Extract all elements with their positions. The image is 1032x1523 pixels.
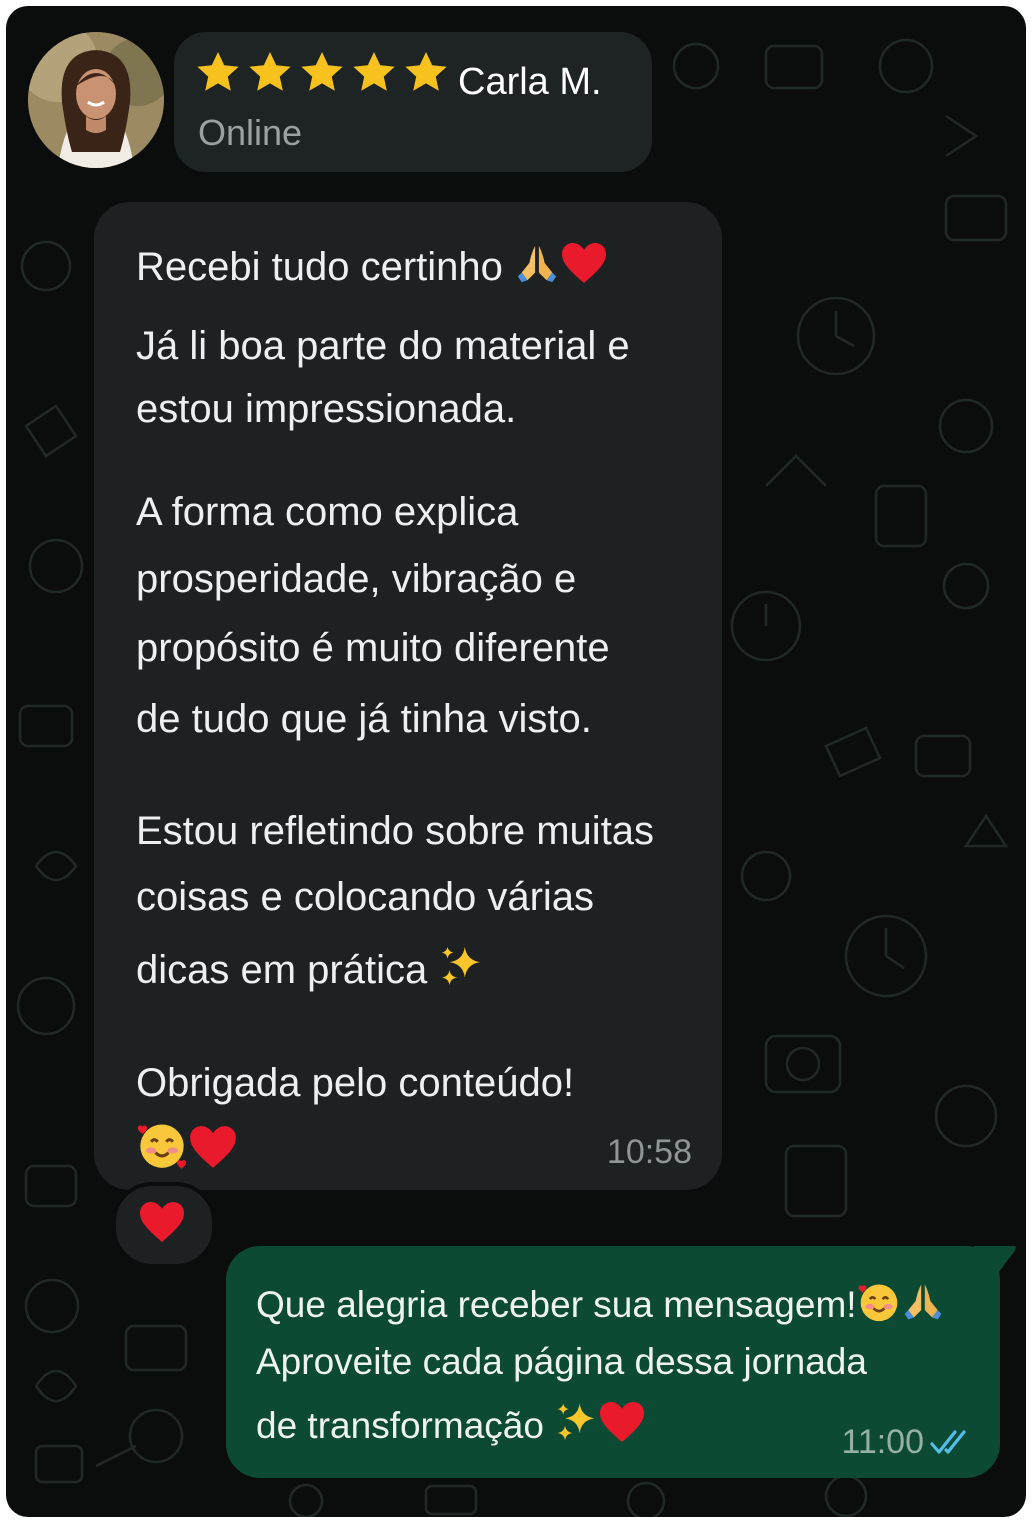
message-line: propósito é muito diferente [136, 626, 610, 670]
star-icon [405, 52, 447, 91]
message-line: de tudo que já tinha visto. [136, 697, 592, 741]
rating-stars [194, 50, 450, 96]
folded-hands-icon [904, 1284, 941, 1320]
message-line: A forma como explica [136, 490, 519, 534]
smiling-face-with-hearts-icon [137, 1124, 187, 1169]
message-line: Aproveite cada página dessa jornada [256, 1341, 867, 1382]
contact-name: Carla M. [458, 61, 602, 103]
contact-avatar[interactable] [28, 32, 164, 168]
chat-screen: Carla M. Online Recebi tudo certinho Já … [6, 6, 1026, 1517]
message-line: estou impressionada. [136, 387, 517, 431]
star-icon [197, 52, 239, 91]
message-text: Recebi tudo certinho [136, 245, 503, 289]
contact-header[interactable]: Carla M. Online [174, 32, 652, 172]
message-line: coisas e colocando várias [136, 875, 595, 919]
star-icon [249, 52, 291, 91]
contact-status: Online [198, 112, 303, 153]
red-heart-icon [140, 1202, 184, 1242]
smiling-face-with-hearts-icon [858, 1284, 897, 1322]
folded-hands-icon [517, 245, 557, 283]
sparkles-icon [557, 1403, 595, 1441]
message-reaction[interactable] [112, 1182, 216, 1268]
message-text: dicas em prática [136, 948, 428, 992]
message-line: Estou refletindo sobre muitas [136, 809, 655, 853]
message-line: Obrigada pelo conteúdo! [136, 1061, 575, 1105]
red-heart-icon [190, 1126, 236, 1168]
emoji-line [136, 1118, 238, 1174]
sparkles-icon [442, 946, 481, 986]
message-line: de transformação [256, 1400, 646, 1448]
red-heart-icon [562, 243, 607, 283]
star-icon [353, 52, 395, 91]
message-timestamp: 11:00 [841, 1423, 924, 1461]
message-line: Que alegria receber sua mensagem! [256, 1279, 945, 1327]
star-icon [301, 52, 343, 91]
incoming-message[interactable]: Recebi tudo certinho Já li boa parte do … [94, 202, 722, 1190]
message-line: prosperidade, vibração e [136, 557, 577, 601]
message-line: Já li boa parte do material e [136, 324, 630, 368]
read-receipt-icon [930, 1430, 966, 1454]
message-line: dicas em prática [136, 943, 484, 993]
red-heart-icon [600, 1402, 645, 1442]
message-timestamp: 10:58 [606, 1133, 692, 1171]
message-text: Que alegria receber sua mensagem! [256, 1284, 857, 1325]
message-text: de transformação [256, 1405, 544, 1446]
message-line: Recebi tudo certinho [136, 240, 608, 290]
outgoing-message[interactable]: Que alegria receber sua mensagem! Aprove… [226, 1246, 1000, 1478]
